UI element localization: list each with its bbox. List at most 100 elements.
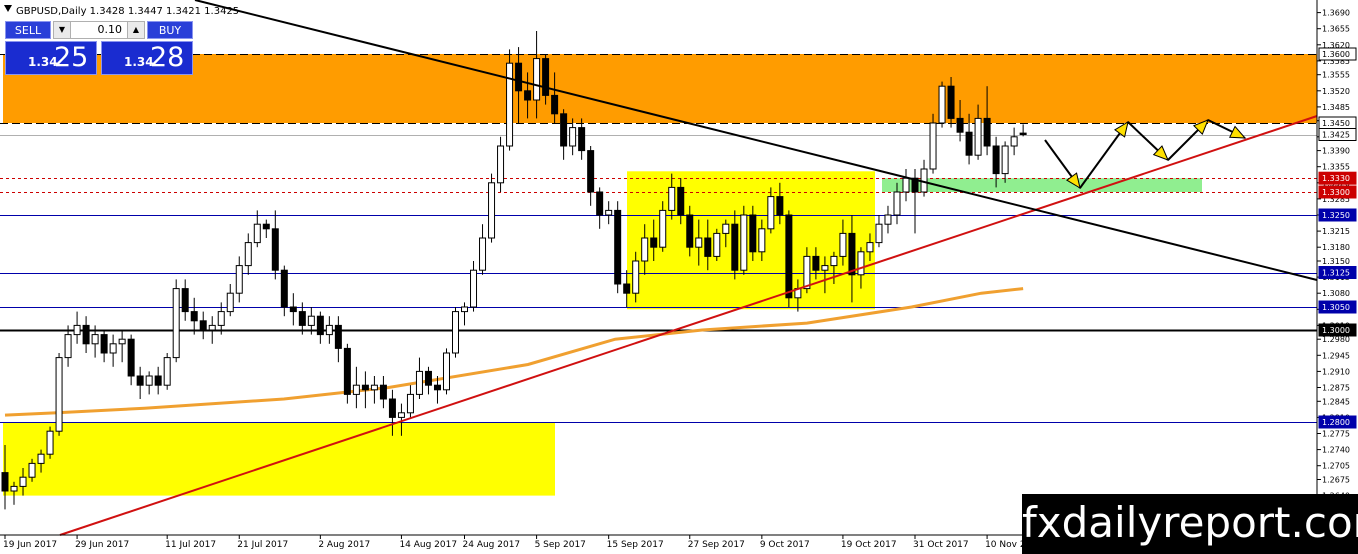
candle xyxy=(992,145,1000,175)
lot-increase-icon[interactable]: ▲ xyxy=(127,22,144,38)
candle xyxy=(776,196,784,216)
candle xyxy=(740,214,748,271)
sell-button[interactable]: SELL xyxy=(5,21,51,39)
candle xyxy=(262,223,270,230)
price-tick-label: 1.2845 xyxy=(1322,397,1350,406)
candle xyxy=(19,476,27,487)
candle xyxy=(1019,132,1027,135)
candle xyxy=(415,370,423,395)
candle xyxy=(632,260,640,294)
candle xyxy=(515,62,523,92)
price-level-tag-label: 1.3600 xyxy=(1322,50,1350,59)
candle xyxy=(767,196,775,230)
candle xyxy=(136,375,144,386)
candle xyxy=(902,177,910,193)
candle xyxy=(623,283,631,294)
price-chart[interactable]: 1.36901.36551.36201.35851.35551.35201.34… xyxy=(0,0,1358,554)
candle xyxy=(343,347,351,395)
price-level-tag-label: 1.3450 xyxy=(1322,119,1350,128)
candle xyxy=(217,311,225,326)
candle xyxy=(397,412,405,418)
symbol-dropdown-icon[interactable] xyxy=(4,5,12,12)
date-tick-label: 21 Jul 2017 xyxy=(237,540,288,550)
candle xyxy=(163,357,171,386)
candle xyxy=(497,145,505,184)
candle xyxy=(172,288,180,359)
candle xyxy=(424,370,432,386)
one-click-trading-panel: SELL ▼ 0.10 ▲ BUY 1.34 25 1.34 28 xyxy=(5,20,193,76)
candle xyxy=(127,338,135,377)
candle xyxy=(605,209,613,216)
projection-arrowhead-icon xyxy=(1229,125,1247,139)
candle xyxy=(578,127,586,152)
date-tick-label: 5 Sep 2017 xyxy=(535,540,586,550)
price-level-tag-label: 1.3250 xyxy=(1322,211,1350,220)
candle xyxy=(596,191,604,216)
candle xyxy=(506,62,514,147)
price-tick-label: 1.2910 xyxy=(1322,367,1350,376)
candle xyxy=(695,237,703,248)
price-tick-label: 1.3080 xyxy=(1322,289,1350,298)
price-tick-label: 1.3555 xyxy=(1322,71,1350,80)
candle xyxy=(848,232,856,276)
date-tick-label: 9 Oct 2017 xyxy=(760,540,810,550)
price-level-tag-label: 1.2800 xyxy=(1322,418,1350,427)
candle xyxy=(244,242,252,267)
candle xyxy=(974,117,982,156)
candle xyxy=(253,223,261,244)
date-tick-label: 14 Aug 2017 xyxy=(399,540,457,550)
candle xyxy=(145,375,153,386)
candle xyxy=(929,122,937,170)
candle xyxy=(289,306,297,313)
candle xyxy=(560,113,568,147)
candle xyxy=(803,255,811,290)
price-tick-label: 1.3150 xyxy=(1322,257,1350,266)
sell-price-button[interactable]: 1.34 25 xyxy=(5,41,97,75)
time-axis: 19 Jun 2017 29 Jun 2017 11 Jul 2017 21 Jul … xyxy=(3,535,1190,550)
price-level-tag-label: 1.3050 xyxy=(1322,303,1350,312)
candle xyxy=(28,462,36,478)
date-tick-label: 29 Jun 2017 xyxy=(75,540,129,550)
candle xyxy=(533,58,541,101)
candle xyxy=(668,186,676,211)
lot-decrease-icon[interactable]: ▼ xyxy=(54,22,71,38)
price-tick-label: 1.2980 xyxy=(1322,335,1350,344)
candle xyxy=(352,384,360,395)
candle xyxy=(551,94,559,115)
price-tick-label: 1.3520 xyxy=(1322,87,1350,96)
candle xyxy=(370,384,378,391)
candle xyxy=(46,430,54,455)
buy-price-button[interactable]: 1.34 28 xyxy=(101,41,193,75)
buy-price-pips: 28 xyxy=(150,42,185,73)
candle xyxy=(857,251,865,276)
candle xyxy=(1010,136,1018,147)
candle xyxy=(470,269,478,308)
candle xyxy=(731,223,739,271)
candle xyxy=(1001,145,1009,175)
candle xyxy=(73,324,81,336)
date-tick-label: 31 Oct 2017 xyxy=(913,540,969,550)
support-zone xyxy=(882,178,1202,192)
range-box-jun-aug xyxy=(3,422,555,496)
candle xyxy=(686,214,694,248)
zones-layer xyxy=(3,54,1317,496)
candle xyxy=(235,265,243,294)
candle xyxy=(488,182,496,239)
candle xyxy=(208,324,216,331)
candle xyxy=(100,334,108,354)
price-tick-label: 1.3690 xyxy=(1322,9,1350,18)
lot-size-field[interactable]: ▼ 0.10 ▲ xyxy=(53,21,145,39)
candle xyxy=(118,338,126,345)
price-tick-label: 1.3355 xyxy=(1322,163,1350,172)
candle xyxy=(983,117,991,147)
lot-size-value[interactable]: 0.10 xyxy=(98,22,123,38)
candle xyxy=(704,237,712,257)
candle xyxy=(722,223,730,234)
candle xyxy=(442,352,450,391)
candle xyxy=(749,214,757,253)
price-tick-label: 1.3390 xyxy=(1322,147,1350,156)
candle xyxy=(866,242,874,253)
candle xyxy=(785,214,793,299)
buy-button[interactable]: BUY xyxy=(147,21,193,39)
candle xyxy=(659,209,667,248)
